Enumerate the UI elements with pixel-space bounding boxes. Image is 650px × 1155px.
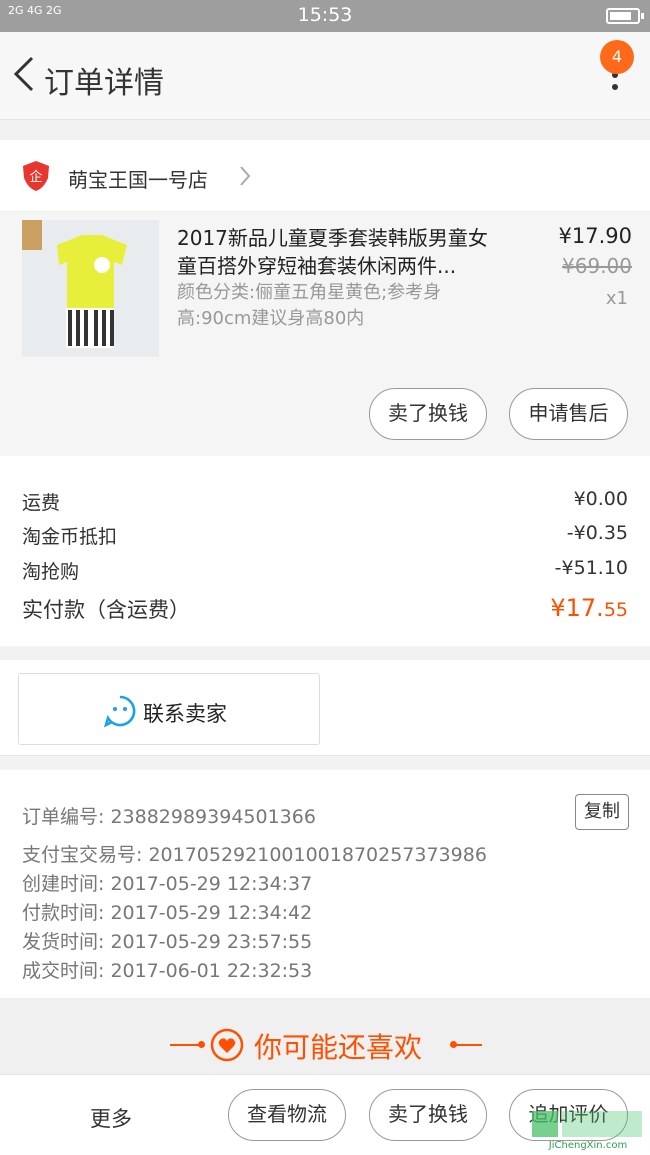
copy-button[interactable]: 复制 <box>575 794 629 830</box>
summary-row-coins: 淘金币抵扣 -¥0.35 <box>22 522 628 549</box>
alipay-trade-number: 支付宝交易号: 2017052921001001870257373986 <box>22 844 487 866</box>
summary-label: 淘金币抵扣 <box>22 526 118 548</box>
resell-button[interactable]: 卖了换钱 <box>369 388 487 440</box>
paid-time: 付款时间: 2017-05-29 12:34:42 <box>22 902 313 924</box>
chevron-right-icon <box>240 166 251 186</box>
summary-row-total: 实付款（含运费） ¥17.55 <box>22 594 628 624</box>
summary-value: -¥51.10 <box>554 557 628 579</box>
shop-logo-icon: 企 <box>23 161 49 191</box>
product-item[interactable]: 2017新品儿童夏季套装韩版男童女童百搭外穿短袖套装休闲两件... 颜色分类:俪… <box>0 212 650 456</box>
total-value: ¥17.55 <box>550 594 628 622</box>
recommend-title: 你可能还喜欢 <box>254 1031 423 1064</box>
more-menu-icon[interactable] <box>612 72 620 122</box>
summary-row-flash-sale: 淘抢购 -¥51.10 <box>22 557 628 584</box>
resell-bottom-button[interactable]: 卖了换钱 <box>369 1089 487 1141</box>
watermark-text: JiChengXin.com <box>548 1140 627 1151</box>
order-info: 订单编号: 23882989394501366 复制 支付宝交易号: 20170… <box>0 770 650 998</box>
status-time: 15:53 <box>297 4 353 26</box>
bottom-action-bar: 更多 查看物流 卖了换钱 追加评价 JiChengXin.com <box>0 1074 650 1155</box>
product-quantity: x1 <box>605 288 628 309</box>
view-logistics-button[interactable]: 查看物流 <box>228 1089 346 1141</box>
recommend-header: 你可能还喜欢 <box>0 998 650 1074</box>
product-image[interactable] <box>22 220 159 357</box>
page-title: 订单详情 <box>44 66 164 101</box>
product-original-price: ¥69.00 <box>562 254 632 278</box>
total-label: 实付款（含运费） <box>22 598 190 622</box>
more-button[interactable]: 更多 <box>90 1103 132 1133</box>
heart-icon <box>210 1028 244 1062</box>
svg-text:企: 企 <box>29 169 42 185</box>
contact-section: 联系卖家 <box>0 660 650 756</box>
created-time: 创建时间: 2017-05-29 12:34:37 <box>22 873 313 895</box>
total-int: ¥17. <box>550 594 604 622</box>
product-spec: 颜色分类:俪童五角星黄色;参考身高:90cm建议身高80内 <box>177 282 442 329</box>
shipped-time: 发货时间: 2017-05-29 23:57:55 <box>22 931 313 953</box>
contact-seller-label: 联系卖家 <box>143 702 227 726</box>
summary-label: 运费 <box>22 492 61 514</box>
status-bar: 2G 4G 2G 15:53 <box>0 0 650 32</box>
summary-value: -¥0.35 <box>566 522 628 544</box>
completed-time: 成交时间: 2017-06-01 22:32:53 <box>22 960 313 982</box>
after-sale-button[interactable]: 申请售后 <box>509 388 628 440</box>
product-title: 2017新品儿童夏季套装韩版男童女童百搭外穿短袖套装休闲两件... <box>177 226 488 278</box>
total-dec: 55 <box>603 599 628 621</box>
watermark-logo: JiChengXin.com <box>532 1111 642 1151</box>
order-number: 订单编号: 23882989394501366 <box>22 806 316 828</box>
shop-row[interactable]: 企 萌宝王国一号店 <box>0 140 650 212</box>
nav-bar: 订单详情 4 <box>0 32 650 120</box>
product-price: ¥17.90 <box>558 224 632 248</box>
chat-face-icon <box>103 695 136 728</box>
summary-row-shipping: 运费 ¥0.00 <box>22 488 628 515</box>
summary-value: ¥0.00 <box>573 488 628 510</box>
payment-summary: 运费 ¥0.00 淘金币抵扣 -¥0.35 淘抢购 -¥51.10 实付款（含运… <box>0 456 650 646</box>
back-icon[interactable] <box>10 54 38 94</box>
contact-seller-button[interactable]: 联系卖家 <box>18 673 320 745</box>
battery-icon <box>606 8 644 24</box>
summary-label: 淘抢购 <box>22 561 80 583</box>
notification-badge: 4 <box>600 40 634 74</box>
shop-name: 萌宝王国一号店 <box>68 168 208 192</box>
